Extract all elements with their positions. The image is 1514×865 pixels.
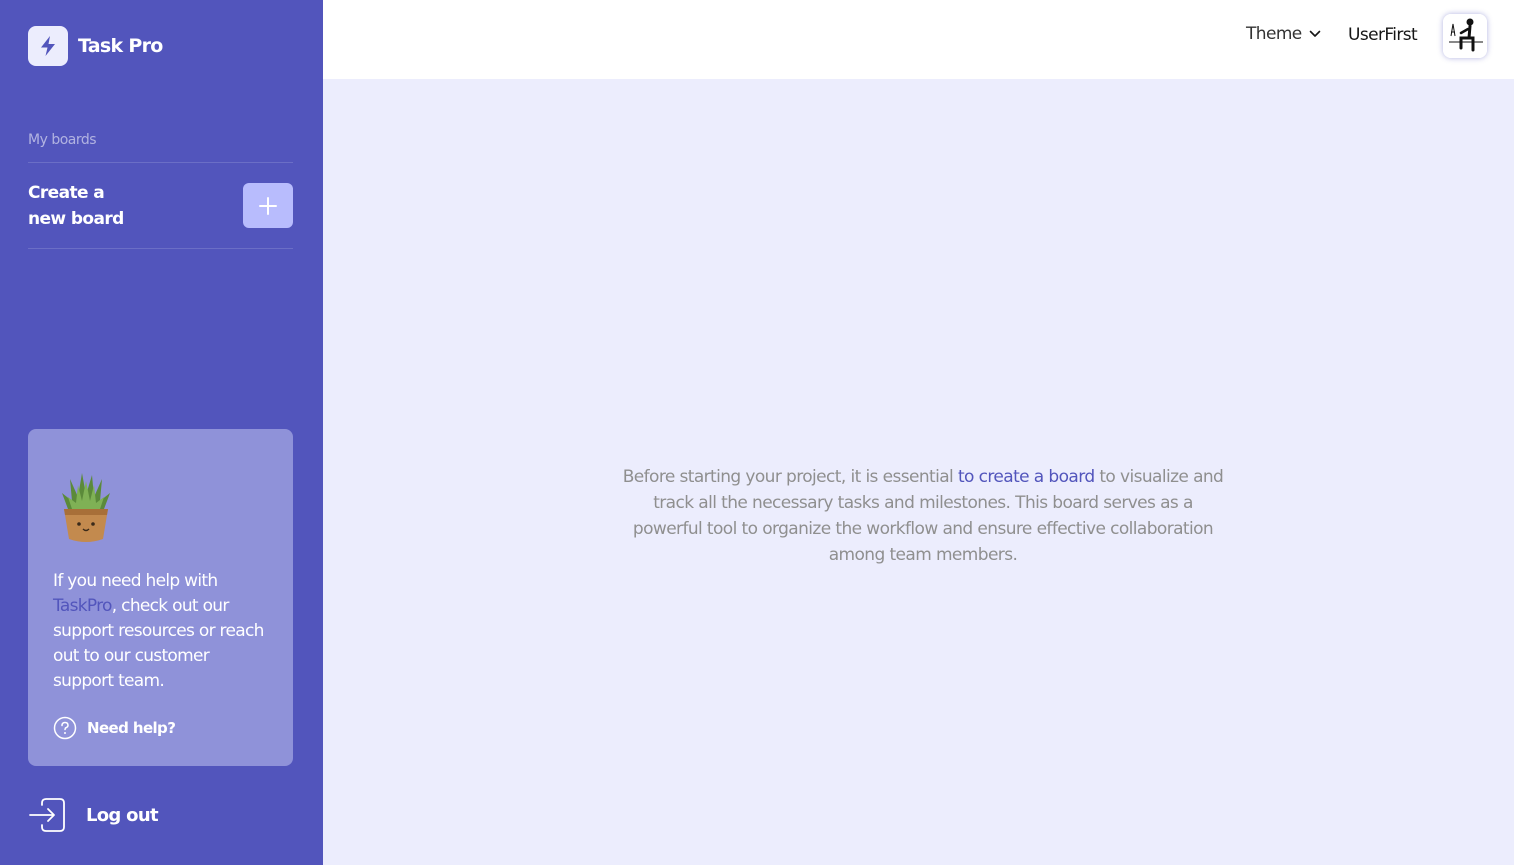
my-boards-heading: My boards bbox=[28, 132, 97, 148]
intro-text-start: Before starting your project, it is esse… bbox=[622, 467, 958, 487]
create-board-button[interactable] bbox=[243, 183, 293, 228]
logout-button[interactable]: Log out bbox=[28, 797, 159, 833]
divider bbox=[28, 248, 293, 249]
help-text: If you need help with TaskPro, check out… bbox=[53, 569, 273, 694]
need-help-label: Need help? bbox=[87, 719, 176, 737]
plus-icon bbox=[259, 196, 277, 215]
help-card: If you need help with TaskPro, check out… bbox=[28, 429, 293, 766]
app-title: Task Pro bbox=[78, 35, 163, 57]
question-circle-icon bbox=[53, 716, 77, 740]
create-board-link[interactable]: to create a board bbox=[958, 467, 1095, 487]
app-logo[interactable]: Task Pro bbox=[28, 26, 163, 66]
logout-icon bbox=[29, 798, 65, 832]
need-help-button[interactable]: Need help? bbox=[53, 716, 176, 740]
help-text-start: If you need help with bbox=[53, 571, 218, 591]
theme-label: Theme bbox=[1246, 24, 1302, 44]
theme-dropdown[interactable]: Theme bbox=[1246, 24, 1321, 44]
avatar[interactable] bbox=[1443, 14, 1487, 58]
user-avatar-icon bbox=[1443, 14, 1487, 58]
username: UserFirst bbox=[1348, 25, 1418, 45]
chevron-down-icon bbox=[1309, 30, 1320, 37]
main-content: Before starting your project, it is esse… bbox=[323, 79, 1514, 865]
taskpro-link[interactable]: TaskPro bbox=[53, 596, 112, 616]
sidebar: Task Pro My boards Create a new board If… bbox=[0, 0, 323, 865]
app-root: Task Pro My boards Create a new board If… bbox=[0, 0, 1514, 865]
create-board-label: Create a new board bbox=[28, 182, 124, 229]
cactus-plant-icon bbox=[62, 473, 110, 542]
logout-label: Log out bbox=[86, 804, 159, 826]
intro-text: Before starting your project, it is esse… bbox=[619, 464, 1227, 568]
lightning-icon bbox=[28, 26, 68, 66]
create-board-section: Create a new board bbox=[28, 163, 293, 248]
header: Theme UserFirst bbox=[323, 0, 1514, 79]
